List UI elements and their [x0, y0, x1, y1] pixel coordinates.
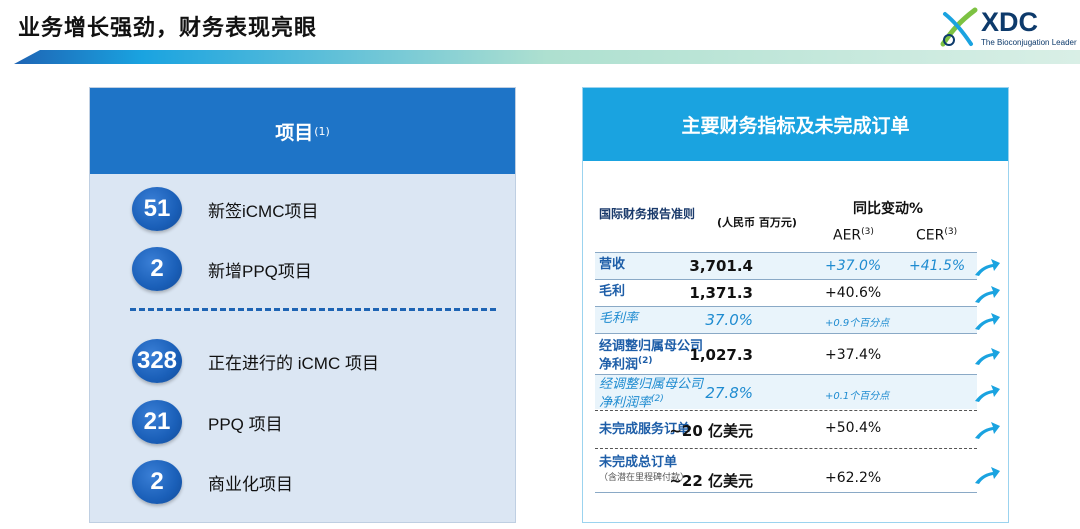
row-label: 毛利率 — [599, 311, 639, 326]
projects-title-note: (1) — [314, 124, 330, 138]
row-label-note: (2) — [651, 394, 664, 404]
aer-label: AER — [833, 227, 862, 244]
cer-note: (3) — [944, 227, 958, 237]
row-aer: +37.4% — [825, 347, 882, 363]
table-row: 未完成服务订单 ~20 亿美元 +50.4% — [595, 411, 977, 447]
project-label: 新增PPQ项目 — [208, 261, 312, 281]
xdc-logo: XDC The Bioconjugation Leader — [937, 6, 1077, 50]
logo-mark-icon — [940, 7, 978, 47]
col-header-yoy: 同比变动% — [853, 201, 924, 217]
up-arrow-icon — [975, 385, 1000, 402]
finance-card: 主要财务指标及未完成订单 国际财务报告准则 (人民币 百万元) 同比变动% AE… — [582, 87, 1009, 523]
table-row: 未完成总订单 （含潜在里程碑付款） ~22 亿美元 +62.2% — [595, 449, 977, 491]
row-aer: +0.9个百分点 — [825, 318, 890, 329]
project-label: 商业化项目 — [208, 474, 293, 494]
row-value: ~22 亿美元 — [669, 472, 753, 490]
row-aer: +37.0% — [825, 258, 882, 274]
projects-card-title: 项目 — [275, 121, 314, 144]
projects-card-header: 项目 (1) — [90, 88, 515, 174]
project-item: 21 PPQ 项目 — [132, 400, 283, 444]
row-aer: +40.6% — [825, 285, 882, 301]
row-label: 经调整归属母公司净利润率(2) — [599, 377, 709, 410]
up-arrow-icon — [975, 313, 1000, 330]
project-item: 2 新增PPQ项目 — [132, 247, 312, 291]
finance-card-title: 主要财务指标及未完成订单 — [681, 115, 910, 137]
table-divider — [595, 492, 977, 493]
up-arrow-icon — [975, 467, 1000, 484]
col-header-unit: (人民币 百万元) — [717, 216, 797, 229]
projects-card: 项目 (1) 51 新签iCMC项目 2 新增PPQ项目 328 正在进行的 iC… — [89, 87, 516, 523]
up-arrow-icon — [975, 348, 1000, 365]
logo-text: XDC — [981, 7, 1039, 37]
row-value: 1,371.3 — [689, 284, 753, 302]
row-value: 1,027.3 — [689, 346, 753, 364]
row-label-note: (2) — [638, 356, 653, 366]
row-aer: +0.1个百分点 — [825, 391, 890, 402]
table-divider — [595, 333, 977, 334]
project-count-badge: 51 — [132, 187, 182, 231]
logo-tagline: The Bioconjugation Leader — [981, 38, 1077, 47]
project-count-badge: 21 — [132, 400, 182, 444]
row-value: 27.8% — [705, 384, 753, 402]
row-aer: +50.4% — [825, 420, 882, 436]
header-band — [14, 50, 1080, 64]
project-count-badge: 328 — [132, 339, 182, 383]
project-label: 正在进行的 iCMC 项目 — [208, 353, 379, 373]
project-label: PPQ 项目 — [208, 414, 283, 434]
row-cer: +41.5% — [909, 258, 966, 274]
up-arrow-icon — [975, 259, 1000, 276]
table-row: 经调整归属母公司净利润(2) 1,027.3 +37.4% — [595, 335, 977, 373]
col-header-cer: CER(3) — [916, 227, 957, 244]
up-arrow-icon — [975, 286, 1000, 303]
table-row: 毛利 1,371.3 +40.6% — [595, 280, 977, 306]
col-header-standard: 国际财务报告准则 — [599, 207, 696, 221]
row-label: 未完成总订单 — [599, 455, 678, 470]
page-title: 业务增长强劲，财务表现亮眼 — [18, 16, 318, 41]
row-value: 37.0% — [705, 311, 753, 329]
project-item: 51 新签iCMC项目 — [132, 187, 319, 231]
project-item: 328 正在进行的 iCMC 项目 — [132, 339, 379, 383]
row-label: 营收 — [599, 257, 626, 272]
cer-label: CER — [916, 227, 945, 244]
aer-note: (3) — [861, 227, 874, 237]
row-value: 3,701.4 — [689, 257, 753, 275]
project-item: 2 商业化项目 — [132, 460, 293, 504]
table-row: 毛利率 37.0% +0.9个百分点 — [595, 307, 977, 333]
project-count-badge: 2 — [132, 460, 182, 504]
row-label: 毛利 — [599, 284, 626, 299]
row-value: ~20 亿美元 — [669, 422, 753, 440]
table-row: 营收 3,701.4 +37.0% +41.5% — [595, 253, 977, 279]
finance-card-header: 主要财务指标及未完成订单 — [583, 88, 1008, 161]
col-header-aer: AER(3) — [833, 227, 874, 244]
table-row: 经调整归属母公司净利润率(2) 27.8% +0.1个百分点 — [595, 375, 977, 410]
project-label: 新签iCMC项目 — [208, 201, 319, 221]
row-aer: +62.2% — [825, 470, 882, 486]
up-arrow-icon — [975, 422, 1000, 439]
project-count-badge: 2 — [132, 247, 182, 291]
section-divider — [130, 308, 496, 311]
